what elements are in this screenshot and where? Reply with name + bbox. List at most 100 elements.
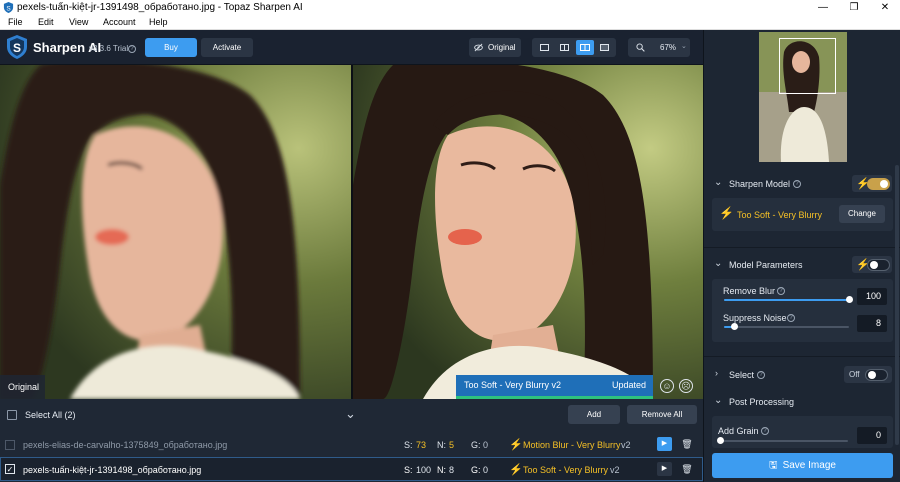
chevron-down-icon: ⌄ bbox=[681, 43, 687, 50]
menu-edit[interactable]: Edit bbox=[38, 17, 54, 27]
menu-view[interactable]: View bbox=[69, 17, 88, 27]
save-image-button[interactable]: 🖫 Save Image bbox=[712, 453, 893, 478]
file-model-version: v2 bbox=[610, 465, 620, 475]
preview-original[interactable]: Original bbox=[0, 65, 351, 399]
auto-parameters-toggle[interactable] bbox=[867, 259, 890, 271]
activate-button[interactable]: Activate bbox=[201, 38, 253, 57]
svg-text:S: S bbox=[13, 41, 21, 55]
smile-feedback-icon[interactable]: ☺ bbox=[660, 379, 674, 393]
model-banner-label: Too Soft - Very Blurry v2 bbox=[464, 380, 562, 390]
grain-value: 0 bbox=[483, 440, 489, 450]
eye-off-icon bbox=[474, 43, 483, 52]
save-icon: 🖫 bbox=[769, 460, 778, 471]
grain-label: G: bbox=[471, 465, 481, 475]
preview-sharpened[interactable]: Too Soft - Very Blurry v2 Updated ☺ ☹ bbox=[353, 65, 703, 399]
zoom-control[interactable]: 67% ⌄ bbox=[628, 38, 690, 57]
toggle-knob bbox=[880, 180, 888, 188]
file-row[interactable]: pexels-elias-de-carvalho-1375849_обработ… bbox=[0, 433, 703, 457]
sharpen-value: 100 bbox=[416, 465, 432, 475]
suppress-noise-slider-track[interactable] bbox=[724, 326, 849, 328]
collapse-chevron-icon[interactable]: ⌄ bbox=[345, 406, 356, 422]
maximize-button[interactable]: ❐ bbox=[839, 0, 869, 16]
side-by-side-view-button[interactable] bbox=[576, 40, 594, 55]
single-view-button[interactable] bbox=[536, 41, 553, 54]
file-list-panel: Select All (2) ⌄ Add Remove All pexels-e… bbox=[0, 399, 703, 482]
select-title: Select bbox=[729, 370, 755, 380]
split-view-button[interactable] bbox=[556, 41, 573, 54]
auto-parameters-toggle-group: ⚡ bbox=[852, 256, 892, 273]
section-divider bbox=[704, 356, 900, 357]
grain-label: G: bbox=[471, 440, 481, 450]
add-button[interactable]: Add bbox=[568, 405, 620, 424]
add-grain-value[interactable]: 0 bbox=[857, 427, 887, 444]
preview-toggle-icon[interactable]: ▶ bbox=[657, 437, 672, 451]
help-icon[interactable]: ? bbox=[757, 371, 765, 379]
help-icon[interactable]: ? bbox=[777, 287, 785, 295]
file-row-selected[interactable]: ✓ pexels-tuấn-kiệt-jr-1391498_обработано… bbox=[0, 457, 703, 481]
menu-account[interactable]: Account bbox=[103, 17, 136, 27]
noise-label: N: bbox=[437, 440, 446, 450]
remove-all-button[interactable]: Remove All bbox=[627, 405, 697, 424]
file-checkbox-checked[interactable]: ✓ bbox=[5, 464, 15, 474]
change-model-button[interactable]: Change bbox=[839, 205, 885, 223]
trash-icon[interactable]: 🗑 bbox=[681, 437, 693, 451]
help-icon[interactable]: ? bbox=[787, 314, 795, 322]
original-badge: Original bbox=[0, 375, 45, 399]
quad-view-button[interactable] bbox=[596, 41, 613, 54]
remove-blur-value[interactable]: 100 bbox=[857, 288, 887, 305]
select-all-label: Select All (2) bbox=[25, 410, 76, 420]
navigator-viewport-box[interactable] bbox=[779, 38, 836, 94]
add-grain-slider-track[interactable] bbox=[720, 440, 848, 442]
side-by-side-icon bbox=[580, 44, 590, 51]
zoom-level: 67% bbox=[660, 43, 677, 52]
model-parameters-card: Remove Blur ? 100 Suppress Noise ? 8 bbox=[712, 279, 893, 342]
trash-icon[interactable]: 🗑 bbox=[681, 462, 693, 476]
select-state: Off bbox=[849, 370, 860, 379]
main-toolbar: S Sharpen AI v3.3.6 Trial ? Buy Activate… bbox=[0, 30, 703, 65]
grain-value: 0 bbox=[483, 465, 489, 475]
chevron-down-icon: ⌄ bbox=[714, 258, 723, 269]
app-version: v3.3.6 Trial bbox=[89, 44, 129, 53]
sharpen-logo-icon: S bbox=[7, 35, 27, 59]
model-banner: Too Soft - Very Blurry v2 Updated bbox=[456, 375, 653, 396]
model-parameters-header[interactable]: ⌄ Model Parameters ⚡ bbox=[712, 255, 892, 275]
original-label: Original bbox=[488, 43, 516, 52]
help-icon[interactable]: ? bbox=[793, 180, 801, 188]
file-checkbox[interactable] bbox=[5, 440, 15, 450]
side-panel: ⌄ Sharpen Model ? ⚡ ⚡ Too Soft - Very Bl… bbox=[703, 30, 900, 482]
remove-blur-slider-knob[interactable] bbox=[846, 296, 853, 303]
select-toggle[interactable] bbox=[865, 369, 888, 381]
select-header[interactable]: › Select ? Off bbox=[712, 365, 892, 385]
select-all-checkbox[interactable] bbox=[7, 410, 17, 420]
original-toggle-button[interactable]: Original bbox=[469, 38, 521, 57]
preview-toggle-icon[interactable]: ▶ bbox=[657, 462, 672, 476]
navigator-thumbnail[interactable] bbox=[759, 32, 847, 162]
frown-feedback-icon[interactable]: ☹ bbox=[679, 379, 693, 393]
post-processing-header[interactable]: ⌄ Post Processing bbox=[712, 392, 892, 412]
split-view-icon bbox=[560, 44, 569, 51]
suppress-noise-slider-knob[interactable] bbox=[731, 323, 738, 330]
buy-button[interactable]: Buy bbox=[145, 38, 197, 57]
app-icon: S bbox=[3, 2, 14, 13]
menu-help[interactable]: Help bbox=[149, 17, 168, 27]
model-status: Updated bbox=[611, 380, 646, 390]
select-toggle-group: Off bbox=[844, 366, 892, 383]
minimize-button[interactable]: — bbox=[808, 0, 838, 16]
close-button[interactable]: ✕ bbox=[870, 0, 900, 16]
help-icon[interactable]: ? bbox=[128, 45, 136, 53]
file-model-version: v2 bbox=[621, 440, 631, 450]
file-name: pexels-tuấn-kiệt-jr-1391498_обработано.j… bbox=[23, 465, 202, 475]
panel-scrollbar[interactable] bbox=[895, 165, 899, 445]
add-grain-slider-knob[interactable] bbox=[717, 437, 724, 444]
menu-file[interactable]: File bbox=[8, 17, 23, 27]
auto-sharpen-toggle[interactable] bbox=[867, 178, 890, 190]
help-icon[interactable]: ? bbox=[761, 427, 769, 435]
zoom-icon bbox=[636, 43, 645, 52]
window-title: pexels-tuấn-kiệt-jr-1391498_обработано.j… bbox=[17, 2, 303, 13]
suppress-noise-value[interactable]: 8 bbox=[857, 315, 887, 332]
sharpen-model-title: Sharpen Model bbox=[729, 179, 791, 189]
add-grain-label: Add Grain bbox=[718, 426, 759, 436]
post-processing-card: Add Grain ? 0 bbox=[712, 416, 893, 448]
sharpen-model-header[interactable]: ⌄ Sharpen Model ? ⚡ bbox=[712, 174, 892, 194]
title-bar: S pexels-tuấn-kiệt-jr-1391498_обработано… bbox=[0, 0, 900, 16]
